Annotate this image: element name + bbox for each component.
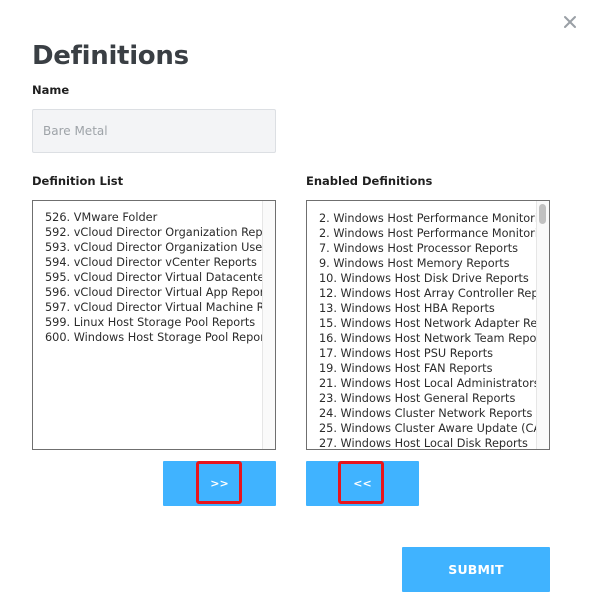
list-item[interactable]: 23. Windows Host General Reports: [319, 391, 537, 406]
list-item[interactable]: 7. Windows Host Processor Reports: [319, 241, 537, 256]
enabled-definitions-items: 2. Windows Host Performance Monitoring 2.…: [319, 211, 537, 449]
list-item[interactable]: 21. Windows Host Local Administrators: [319, 376, 537, 391]
close-button[interactable]: [560, 12, 580, 32]
remove-from-enabled-button[interactable]: <<: [306, 461, 419, 506]
add-to-enabled-button[interactable]: >>: [163, 461, 276, 506]
add-button-label: >>: [210, 477, 229, 490]
list-item[interactable]: 13. Windows Host HBA Reports: [319, 301, 537, 316]
list-item[interactable]: 526. VMware Folder: [45, 210, 262, 225]
definition-list-label: Definition List: [32, 174, 124, 188]
list-item[interactable]: 2. Windows Host Performance Monitoring: [319, 226, 537, 241]
list-item[interactable]: 16. Windows Host Network Team Reports: [319, 331, 537, 346]
list-item[interactable]: 599. Linux Host Storage Pool Reports: [45, 315, 262, 330]
list-item[interactable]: 597. vCloud Director Virtual Machine Rep…: [45, 300, 262, 315]
list-item[interactable]: 594. vCloud Director vCenter Reports: [45, 255, 262, 270]
list-item[interactable]: 24. Windows Cluster Network Reports: [319, 406, 537, 421]
list-item[interactable]: 9. Windows Host Memory Reports: [319, 256, 537, 271]
remove-button-label: <<: [353, 477, 372, 490]
enabled-definitions-box[interactable]: 2. Windows Host Performance Monitoring 2.…: [306, 200, 550, 450]
enabled-definitions-scroll-thumb[interactable]: [539, 204, 546, 224]
enabled-definitions-scrollbar[interactable]: [536, 201, 549, 449]
dialog-title: Definitions: [32, 41, 189, 71]
definition-list-items: 526. VMware Folder 592. vCloud Director O…: [45, 210, 262, 345]
list-item[interactable]: 2. Windows Host Performance Monitoring: [319, 211, 537, 226]
list-item[interactable]: 25. Windows Cluster Aware Update (CAU): [319, 421, 537, 436]
list-item[interactable]: 17. Windows Host PSU Reports: [319, 346, 537, 361]
close-icon: [564, 16, 576, 28]
definition-list-box[interactable]: 526. VMware Folder 592. vCloud Director O…: [32, 200, 276, 450]
definition-list-scrollbar[interactable]: [262, 201, 275, 449]
list-item[interactable]: 596. vCloud Director Virtual App Reports: [45, 285, 262, 300]
list-item[interactable]: 10. Windows Host Disk Drive Reports: [319, 271, 537, 286]
enabled-definitions-label: Enabled Definitions: [306, 174, 433, 188]
list-item[interactable]: 15. Windows Host Network Adapter Reports: [319, 316, 537, 331]
name-input[interactable]: [32, 109, 276, 153]
list-item[interactable]: 593. vCloud Director Organization User: [45, 240, 262, 255]
list-item[interactable]: 595. vCloud Director Virtual Datacenter: [45, 270, 262, 285]
list-item[interactable]: 600. Windows Host Storage Pool Reports: [45, 330, 262, 345]
list-item[interactable]: 19. Windows Host FAN Reports: [319, 361, 537, 376]
list-item[interactable]: 12. Windows Host Array Controller Report…: [319, 286, 537, 301]
submit-button[interactable]: SUBMIT: [402, 547, 550, 592]
name-label: Name: [32, 83, 70, 97]
list-item[interactable]: 27. Windows Host Local Disk Reports: [319, 436, 537, 449]
list-item[interactable]: 592. vCloud Director Organization Report…: [45, 225, 262, 240]
